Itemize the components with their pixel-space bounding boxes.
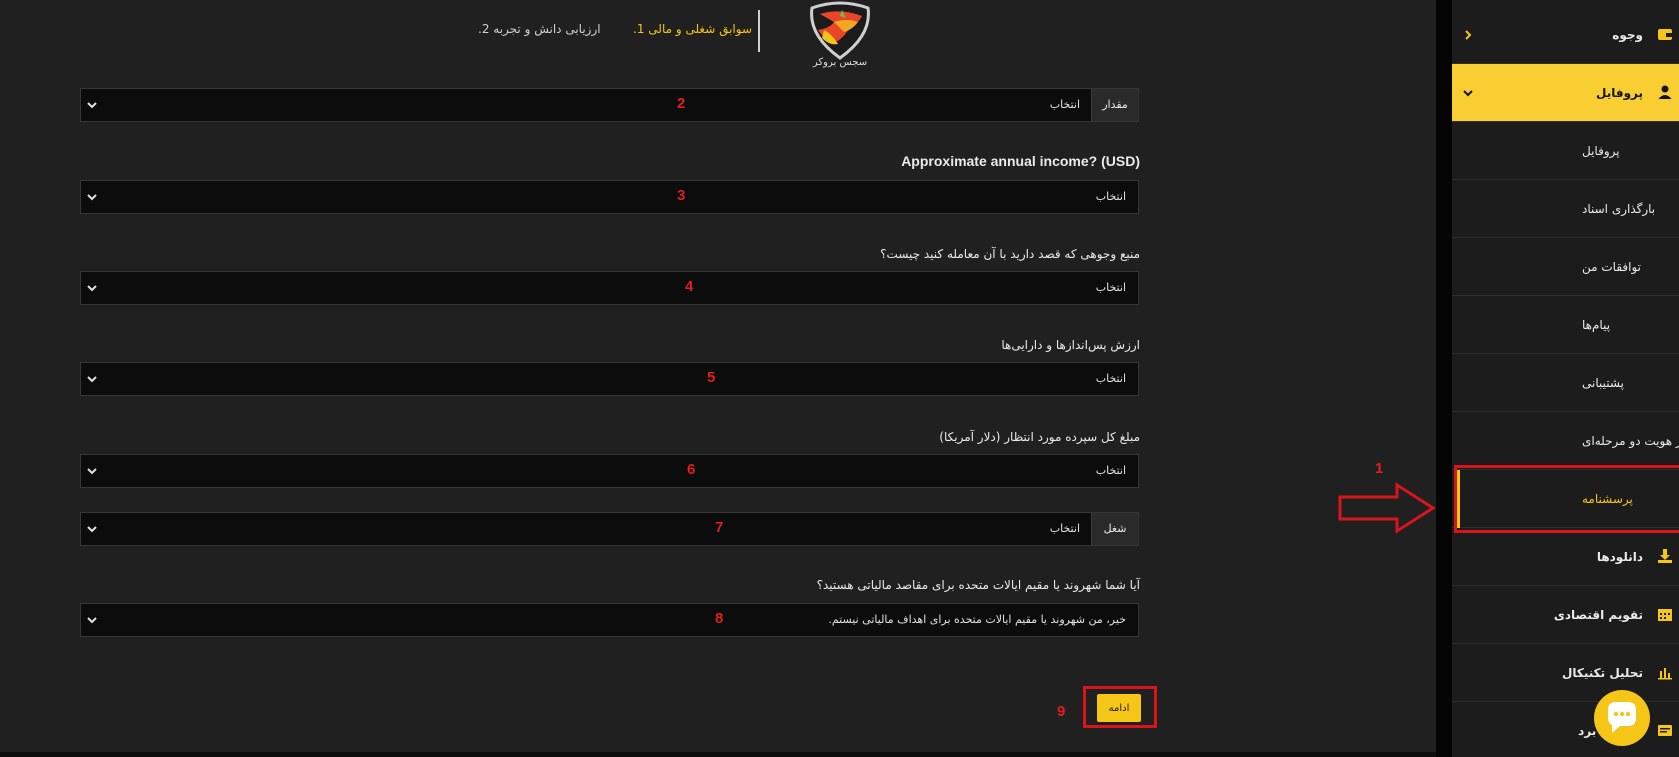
sidebar-item-profile[interactable]: پروفایل (1452, 64, 1679, 122)
sidebar-item-support[interactable]: پشتیبانی (1452, 354, 1679, 412)
active-indicator (1457, 470, 1460, 528)
annotation-number: 5 (707, 369, 716, 386)
annotation-number: 9 (1057, 703, 1066, 720)
user-icon (1658, 85, 1672, 99)
arrow-right-icon (1338, 482, 1436, 534)
chat-icon (1608, 702, 1636, 733)
occupation-select[interactable]: شغل انتخاب 7 (80, 512, 1139, 546)
sidebar-item-label: پروفایل (1582, 144, 1620, 158)
us-tax-select[interactable]: خیر، من شهروند یا مقیم ایالات متحده برای… (80, 603, 1139, 637)
annotation-number: 4 (685, 278, 694, 295)
sidebar-item-label: احراز هویت دو مرحله‌ای (1582, 434, 1679, 448)
sidebar-item-profile-sub[interactable]: پروفایل (1452, 122, 1679, 180)
sidebar-item-label: وجوه (1612, 28, 1643, 42)
panel-divider (1436, 0, 1452, 757)
card-icon (1658, 725, 1672, 736)
expected-deposit-select[interactable]: انتخاب 6 (80, 454, 1139, 488)
savings-value: انتخاب (1095, 372, 1126, 385)
us-tax-label: آیا شما شهروند یا مقیم ایالات متحده برای… (816, 578, 1140, 592)
main-panel: سجس بروکر سوابق شغلی و مالی 1. ارزیابی د… (0, 0, 1436, 752)
header-divider (758, 10, 760, 52)
sidebar-item-label: پیام‌ها (1582, 318, 1611, 332)
sidebar-item-messages[interactable]: پیام‌ها (1452, 296, 1679, 354)
annotation-number: 2 (677, 95, 686, 112)
sidebar-item-economic-calendar[interactable]: تقویم اقتصادی (1452, 586, 1679, 644)
logo-text: سجس بروکر (812, 57, 868, 68)
savings-select[interactable]: انتخاب 5 (80, 362, 1139, 396)
annotation-number: 1 (1375, 460, 1384, 477)
sidebar-item-upload-documents[interactable]: بارگذاری اسناد (1452, 180, 1679, 238)
amount-select[interactable]: مقدار انتخاب 2 (80, 88, 1139, 122)
annotation-highlight-frame (1454, 465, 1679, 533)
occupation-value: انتخاب (1049, 522, 1080, 535)
source-of-funds-select[interactable]: انتخاب 4 (80, 271, 1139, 305)
sidebar-item-downloads[interactable]: دانلودها (1452, 528, 1679, 586)
amount-prefix: مقدار (1091, 89, 1138, 121)
bar-chart-icon (1658, 668, 1672, 680)
chevron-down-icon (87, 617, 97, 624)
step-1-label[interactable]: سوابق شغلی و مالی 1. (633, 22, 752, 36)
expected-deposit-label: مبلغ کل سپرده مورد انتظار (دلار آمریکا) (939, 430, 1140, 444)
continue-button[interactable]: ادامه (1097, 694, 1141, 722)
annotation-number: 6 (687, 461, 696, 478)
savings-label: ارزش پس‌اندازها و دارایی‌ها (1001, 338, 1140, 352)
sidebar: وجوه پروفایل پروفایل بارگذاری اسناد تواف… (1452, 0, 1679, 757)
sidebar-item-label: پروفایل (1595, 86, 1643, 100)
sidebar-item-label: تقویم اقتصادی (1553, 608, 1643, 622)
calendar-icon (1658, 609, 1672, 621)
annotation-number: 3 (677, 187, 686, 204)
chevron-down-icon (87, 285, 97, 292)
source-of-funds-label: منبع وجوهی که قصد دارید با آن معامله کنی… (880, 247, 1140, 261)
sidebar-item-agreements[interactable]: توافقات من (1452, 238, 1679, 296)
chevron-down-icon (1463, 90, 1473, 97)
annotation-number: 8 (715, 610, 724, 627)
chat-button[interactable] (1594, 690, 1650, 746)
sidebar-item-label: دانلودها (1596, 550, 1643, 564)
occupation-prefix: شغل (1091, 513, 1138, 545)
annual-income-select[interactable]: انتخاب 3 (80, 180, 1139, 214)
chevron-right-icon (1465, 30, 1472, 40)
sidebar-item-label: بارگذاری اسناد (1582, 202, 1656, 216)
sidebar-item-label: تحلیل تکنیکال (1561, 666, 1643, 680)
step-2-label[interactable]: ارزیابی دانش و تجربه 2. (478, 22, 601, 36)
source-of-funds-value: انتخاب (1095, 281, 1126, 294)
download-icon (1658, 549, 1672, 563)
amount-value: انتخاب (1049, 98, 1080, 111)
chevron-down-icon (87, 468, 97, 475)
sidebar-item-two-factor[interactable]: احراز هویت دو مرحله‌ای (1452, 412, 1679, 470)
chevron-down-icon (87, 194, 97, 201)
wallet-icon (1658, 29, 1672, 40)
sidebar-item-label: توافقات من (1582, 260, 1642, 274)
chevron-down-icon (87, 526, 97, 533)
annual-income-value: انتخاب (1095, 190, 1126, 203)
chevron-down-icon (87, 376, 97, 383)
sidebar-item-label: پشتیبانی (1582, 376, 1624, 390)
annual-income-label: Approximate annual income? (USD) (901, 153, 1140, 169)
us-tax-value: خیر، من شهروند یا مقیم ایالات متحده برای… (828, 613, 1126, 626)
sidebar-item-funds[interactable]: وجوه (1452, 6, 1679, 64)
annotation-number: 7 (715, 519, 724, 536)
expected-deposit-value: انتخاب (1095, 464, 1126, 477)
chevron-down-icon (87, 102, 97, 109)
